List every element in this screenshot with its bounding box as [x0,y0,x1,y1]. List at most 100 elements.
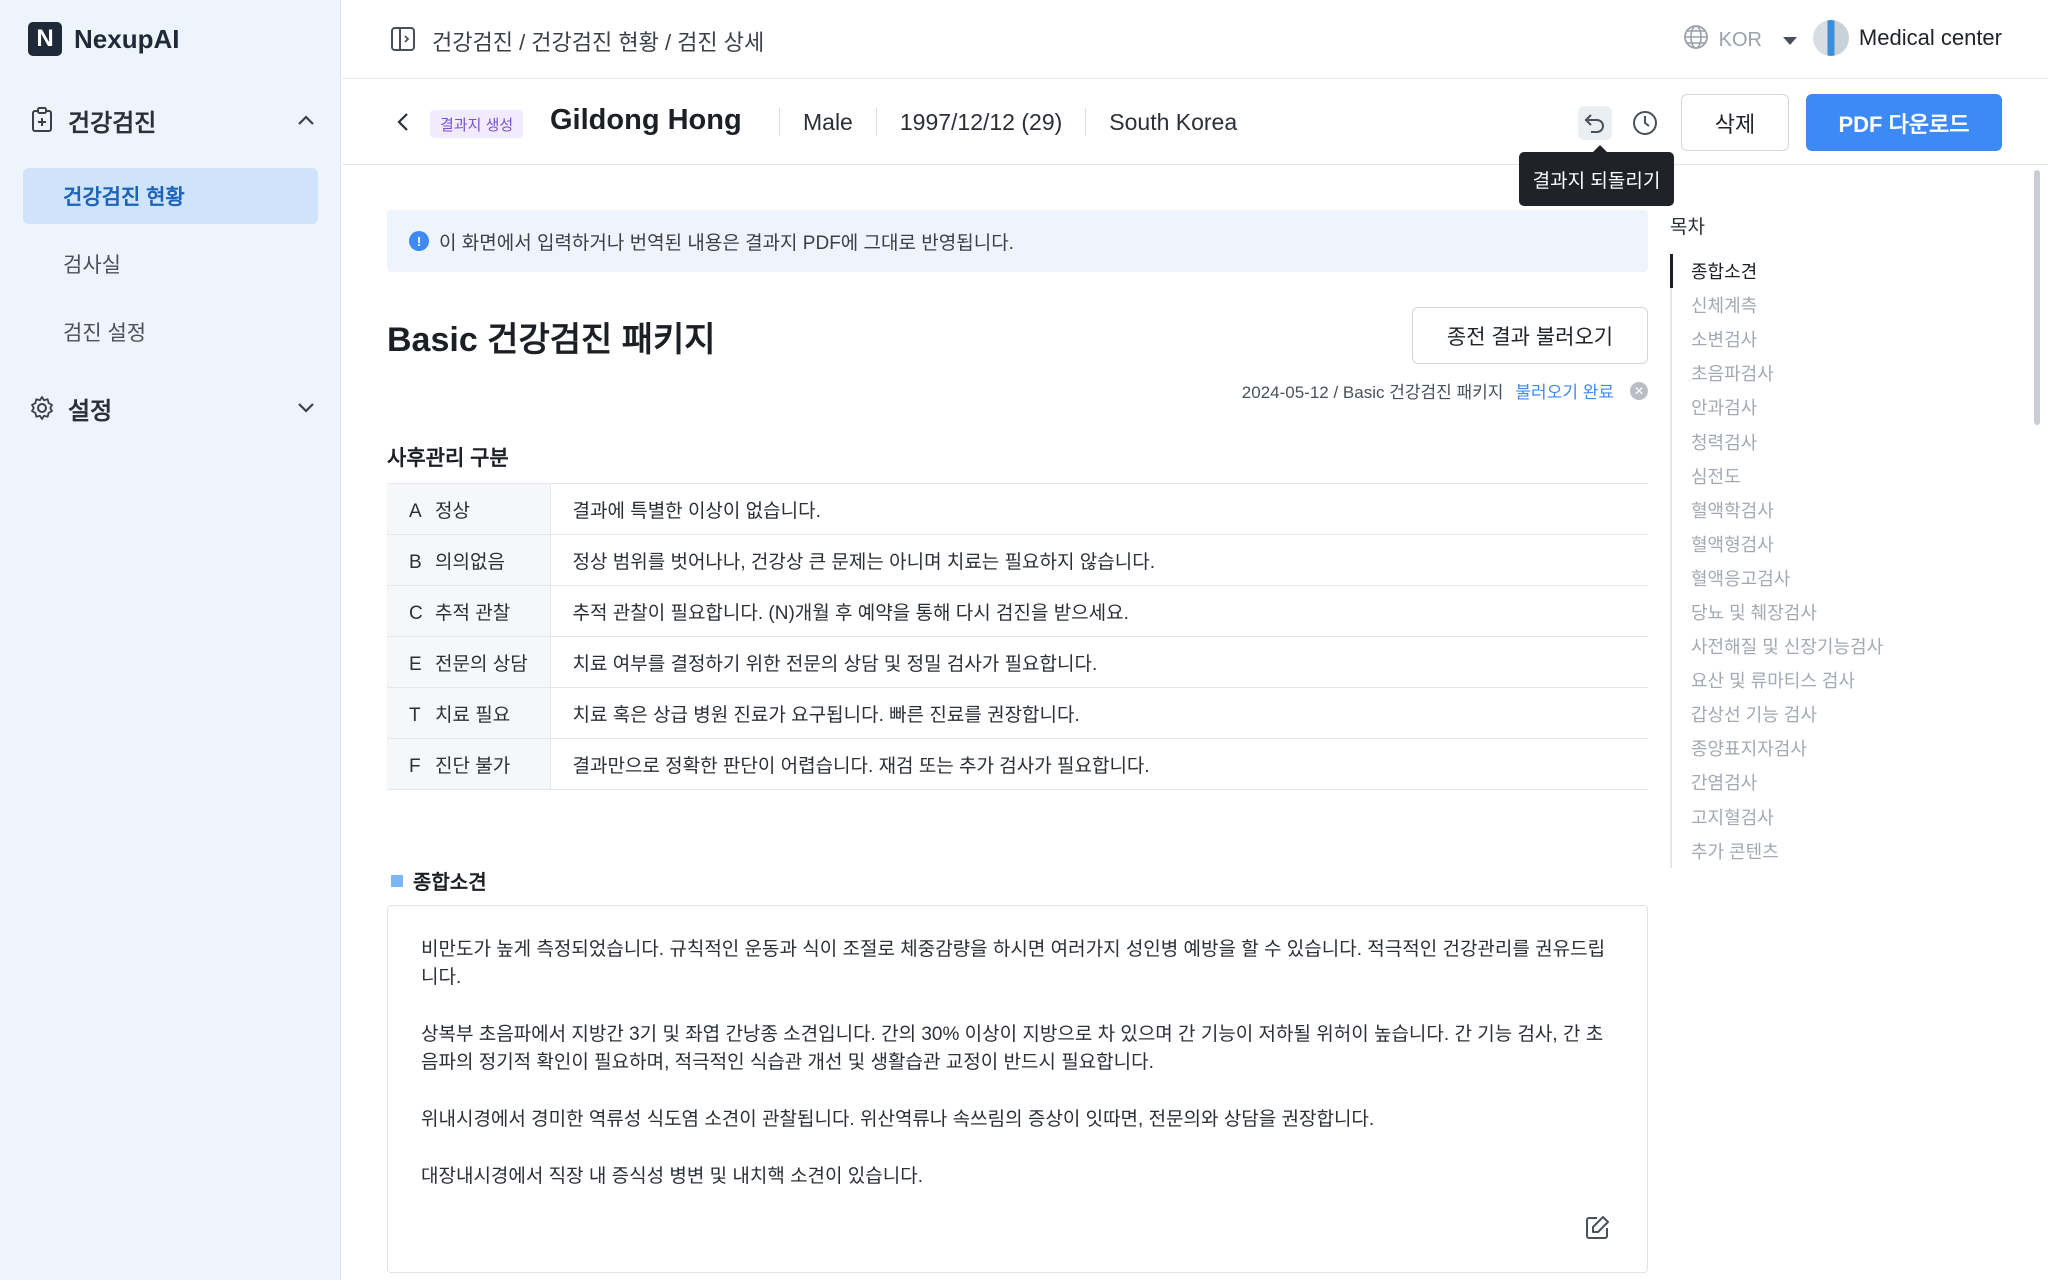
toc-item[interactable]: 혈액학검사 [1672,493,1930,527]
undo-button[interactable] [1578,106,1612,140]
loaded-result-info: 2024-05-12 / Basic 건강검진 패키지 불러오기 완료 ✕ [1242,378,1648,403]
logo-text: NexupAI [74,23,180,54]
toc-item[interactable]: 혈액형검사 [1672,527,1930,561]
patient-birth: 1997/12/12 (29) [899,108,1063,135]
patient-country: South Korea [1109,108,1238,135]
followup-code: F [409,755,421,777]
undo-icon [1584,114,1604,133]
undo-tooltip: 결과지 되돌리기 [1519,145,1674,206]
info-notice: ! 이 화면에서 입력하거나 번역된 내용은 결과지 PDF에 그대로 반영됩니… [387,210,1648,272]
toc-item[interactable]: 간염검사 [1672,765,1930,799]
table-row: E 전문의 상담 치료 여부를 결정하기 위한 전문의 상담 및 정밀 검사가 필요… [387,636,1648,688]
followup-description: 추적 관찰이 필요합니다. (N)개월 후 예약을 통해 다시 검진을 받으세요… [572,602,1129,624]
followup-description: 치료 혹은 상급 병원 진료가 요구됩니다. 빠른 진료를 권장합니다. [572,704,1080,726]
followup-code: B [409,551,422,573]
table-of-contents: 종합소견 신체계측 소변검사 초음파검사 안과검사 청력검사 심전도 혈액학검사 혈액형검사 혈액… [1670,254,1930,868]
followup-code: T [409,704,421,726]
toc-item[interactable]: 청력검사 [1672,424,1930,458]
followup-name: 전문의 상담 [435,653,528,675]
scrollbar[interactable] [2034,170,2040,425]
toc-item[interactable]: 고지혈검사 [1672,800,1930,834]
clock-icon [1633,111,1657,135]
summary-paragraph: 비만도가 높게 측정되었습니다. 규칙적인 운동과 식이 조절로 체중감량을 하… [421,939,1606,988]
divider [1085,108,1087,136]
table-row: B 의의없음 정상 범위를 벗어나나, 건강상 큰 문제는 아니며 치료는 필요하지… [387,534,1648,586]
app-root: N NexupAI 건강검진 건강검진 현황 검사실 검진 설정 설정 건강검진… [0,0,2048,1280]
toc-item[interactable]: 종합소견 [1670,254,1930,289]
toc-item[interactable]: 신체계측 [1672,288,1930,322]
summary-box[interactable]: 비만도가 높게 측정되었습니다. 규칙적인 운동과 식이 조절로 체중감량을 하… [387,905,1648,1273]
toc-item[interactable]: 종양표지자검사 [1672,731,1930,765]
pdf-download-button[interactable]: PDF 다운로드 [1806,94,2002,151]
toc-item[interactable]: 초음파검사 [1672,356,1930,390]
patient-info: Male 1997/12/12 (29) South Korea [756,108,1237,136]
toc-item[interactable]: 혈액응고검사 [1672,561,1930,595]
package-title: Basic 건강검진 패키지 [387,321,716,359]
load-previous-results-button[interactable]: 종전 결과 불러오기 [1412,307,1648,364]
sidebar-item-checkup-status[interactable]: 건강검진 현황 [23,168,318,224]
back-arrow-icon[interactable] [392,110,416,134]
followup-name: 추적 관찰 [435,602,511,624]
nav-group-label: 설정 [68,397,113,425]
summary-text: 비만도가 높게 측정되었습니다. 규칙적인 운동과 식이 조절로 체중감량을 하… [421,936,1616,1220]
account-menu[interactable]: Medical center [1812,20,2002,56]
nav-group-settings[interactable]: 설정 [28,386,318,430]
followup-code-cell: B 의의없음 [387,534,551,586]
table-row: F 진단 불가 결과만으로 정확한 판단이 어렵습니다. 재검 또는 추가 검사가 … [387,738,1648,790]
chevron-down-icon[interactable] [294,396,318,420]
toc-item[interactable]: 추가 콘텐츠 [1672,834,1930,868]
followup-section-title: 사후관리 구분 [387,447,509,470]
gear-icon [28,394,56,422]
followup-description: 결과에 특별한 이상이 없습니다. [572,500,821,522]
followup-code: E [409,653,422,675]
nav-group-label: 건강검진 [68,109,157,137]
divider [779,108,780,136]
edit-icon[interactable] [1583,1214,1611,1242]
toc-item[interactable]: 요산 및 류마티스 검사 [1672,663,1930,697]
logo-mark: N [28,22,62,56]
followup-code-cell: E 전문의 상담 [387,636,551,688]
summary-title-text: 종합소견 [413,872,487,894]
sidebar-item-exam-room[interactable]: 검사실 [23,236,318,292]
followup-code-cell: F 진단 불가 [387,738,551,790]
summary-paragraph: 대장내시경에서 직장 내 증식성 병변 및 내치핵 소견이 있습니다. [421,1166,923,1187]
logo[interactable]: N NexupAI [28,22,179,56]
history-button[interactable] [1628,106,1662,140]
followup-code-cell: C 추적 관찰 [387,585,551,637]
sidebar-toggle-icon[interactable] [390,26,416,52]
sidebar-item-checkup-settings[interactable]: 검진 설정 [23,304,318,360]
followup-code-cell: T 치료 필요 [387,687,551,739]
toc-item[interactable]: 사전해질 및 신장기능검사 [1672,629,1930,663]
followup-code: C [409,602,423,624]
notice-text: 이 화면에서 입력하거나 번역된 내용은 결과지 PDF에 그대로 반영됩니다. [439,232,1014,254]
table-row: A 정상 결과에 특별한 이상이 없습니다. [387,483,1648,535]
patient-sex: Male [803,108,853,135]
followup-description: 결과만으로 정확한 판단이 어렵습니다. 재검 또는 추가 검사가 필요합니다. [572,755,1150,777]
toc-title: 목차 [1670,217,1705,238]
language-value: KOR [1718,28,1762,51]
section-marker [391,874,403,887]
toc-item[interactable]: 심전도 [1672,459,1930,493]
toc-item[interactable]: 당뇨 및 췌장검사 [1672,595,1930,629]
top-header: 건강검진 / 건강검진 현황 / 검진 상세 KOR Medical cente… [342,0,2048,79]
clipboard-icon [28,106,56,134]
language-select[interactable]: KOR [1683,24,1798,56]
patient-bar: 결과지 생성 Gildong Hong Male 1997/12/12 (29)… [342,80,2048,165]
followup-table: A 정상 결과에 특별한 이상이 없습니다. B 의의없음 정상 범위를 벗어나나, 건강… [387,483,1648,790]
center-avatar [1812,20,1849,56]
summary-section-title: 종합소견 [391,866,487,895]
chevron-up-icon[interactable] [294,108,318,132]
table-row: T 치료 필요 치료 혹은 상급 병원 진료가 요구됩니다. 빠른 진료를 권장합니… [387,687,1648,739]
toc-item[interactable]: 소변검사 [1672,322,1930,356]
breadcrumb: 건강검진 / 건강검진 현황 / 검진 상세 [432,30,765,55]
delete-button[interactable]: 삭제 [1681,94,1789,151]
table-row: C 추적 관찰 추적 관찰이 필요합니다. (N)개월 후 예약을 통해 다시 검진… [387,585,1648,637]
close-icon[interactable]: ✕ [1630,381,1648,400]
loaded-status: 불러오기 완료 [1515,383,1614,402]
nav-group-checkup[interactable]: 건강검진 [28,98,318,142]
toc-item[interactable]: 안과검사 [1672,390,1930,424]
sidebar: N NexupAI 건강검진 건강검진 현황 검사실 검진 설정 설정 [0,0,341,1280]
toc-item[interactable]: 갑상선 기능 검사 [1672,697,1930,731]
followup-name: 정상 [435,500,470,522]
followup-code-cell: A 정상 [387,483,551,535]
